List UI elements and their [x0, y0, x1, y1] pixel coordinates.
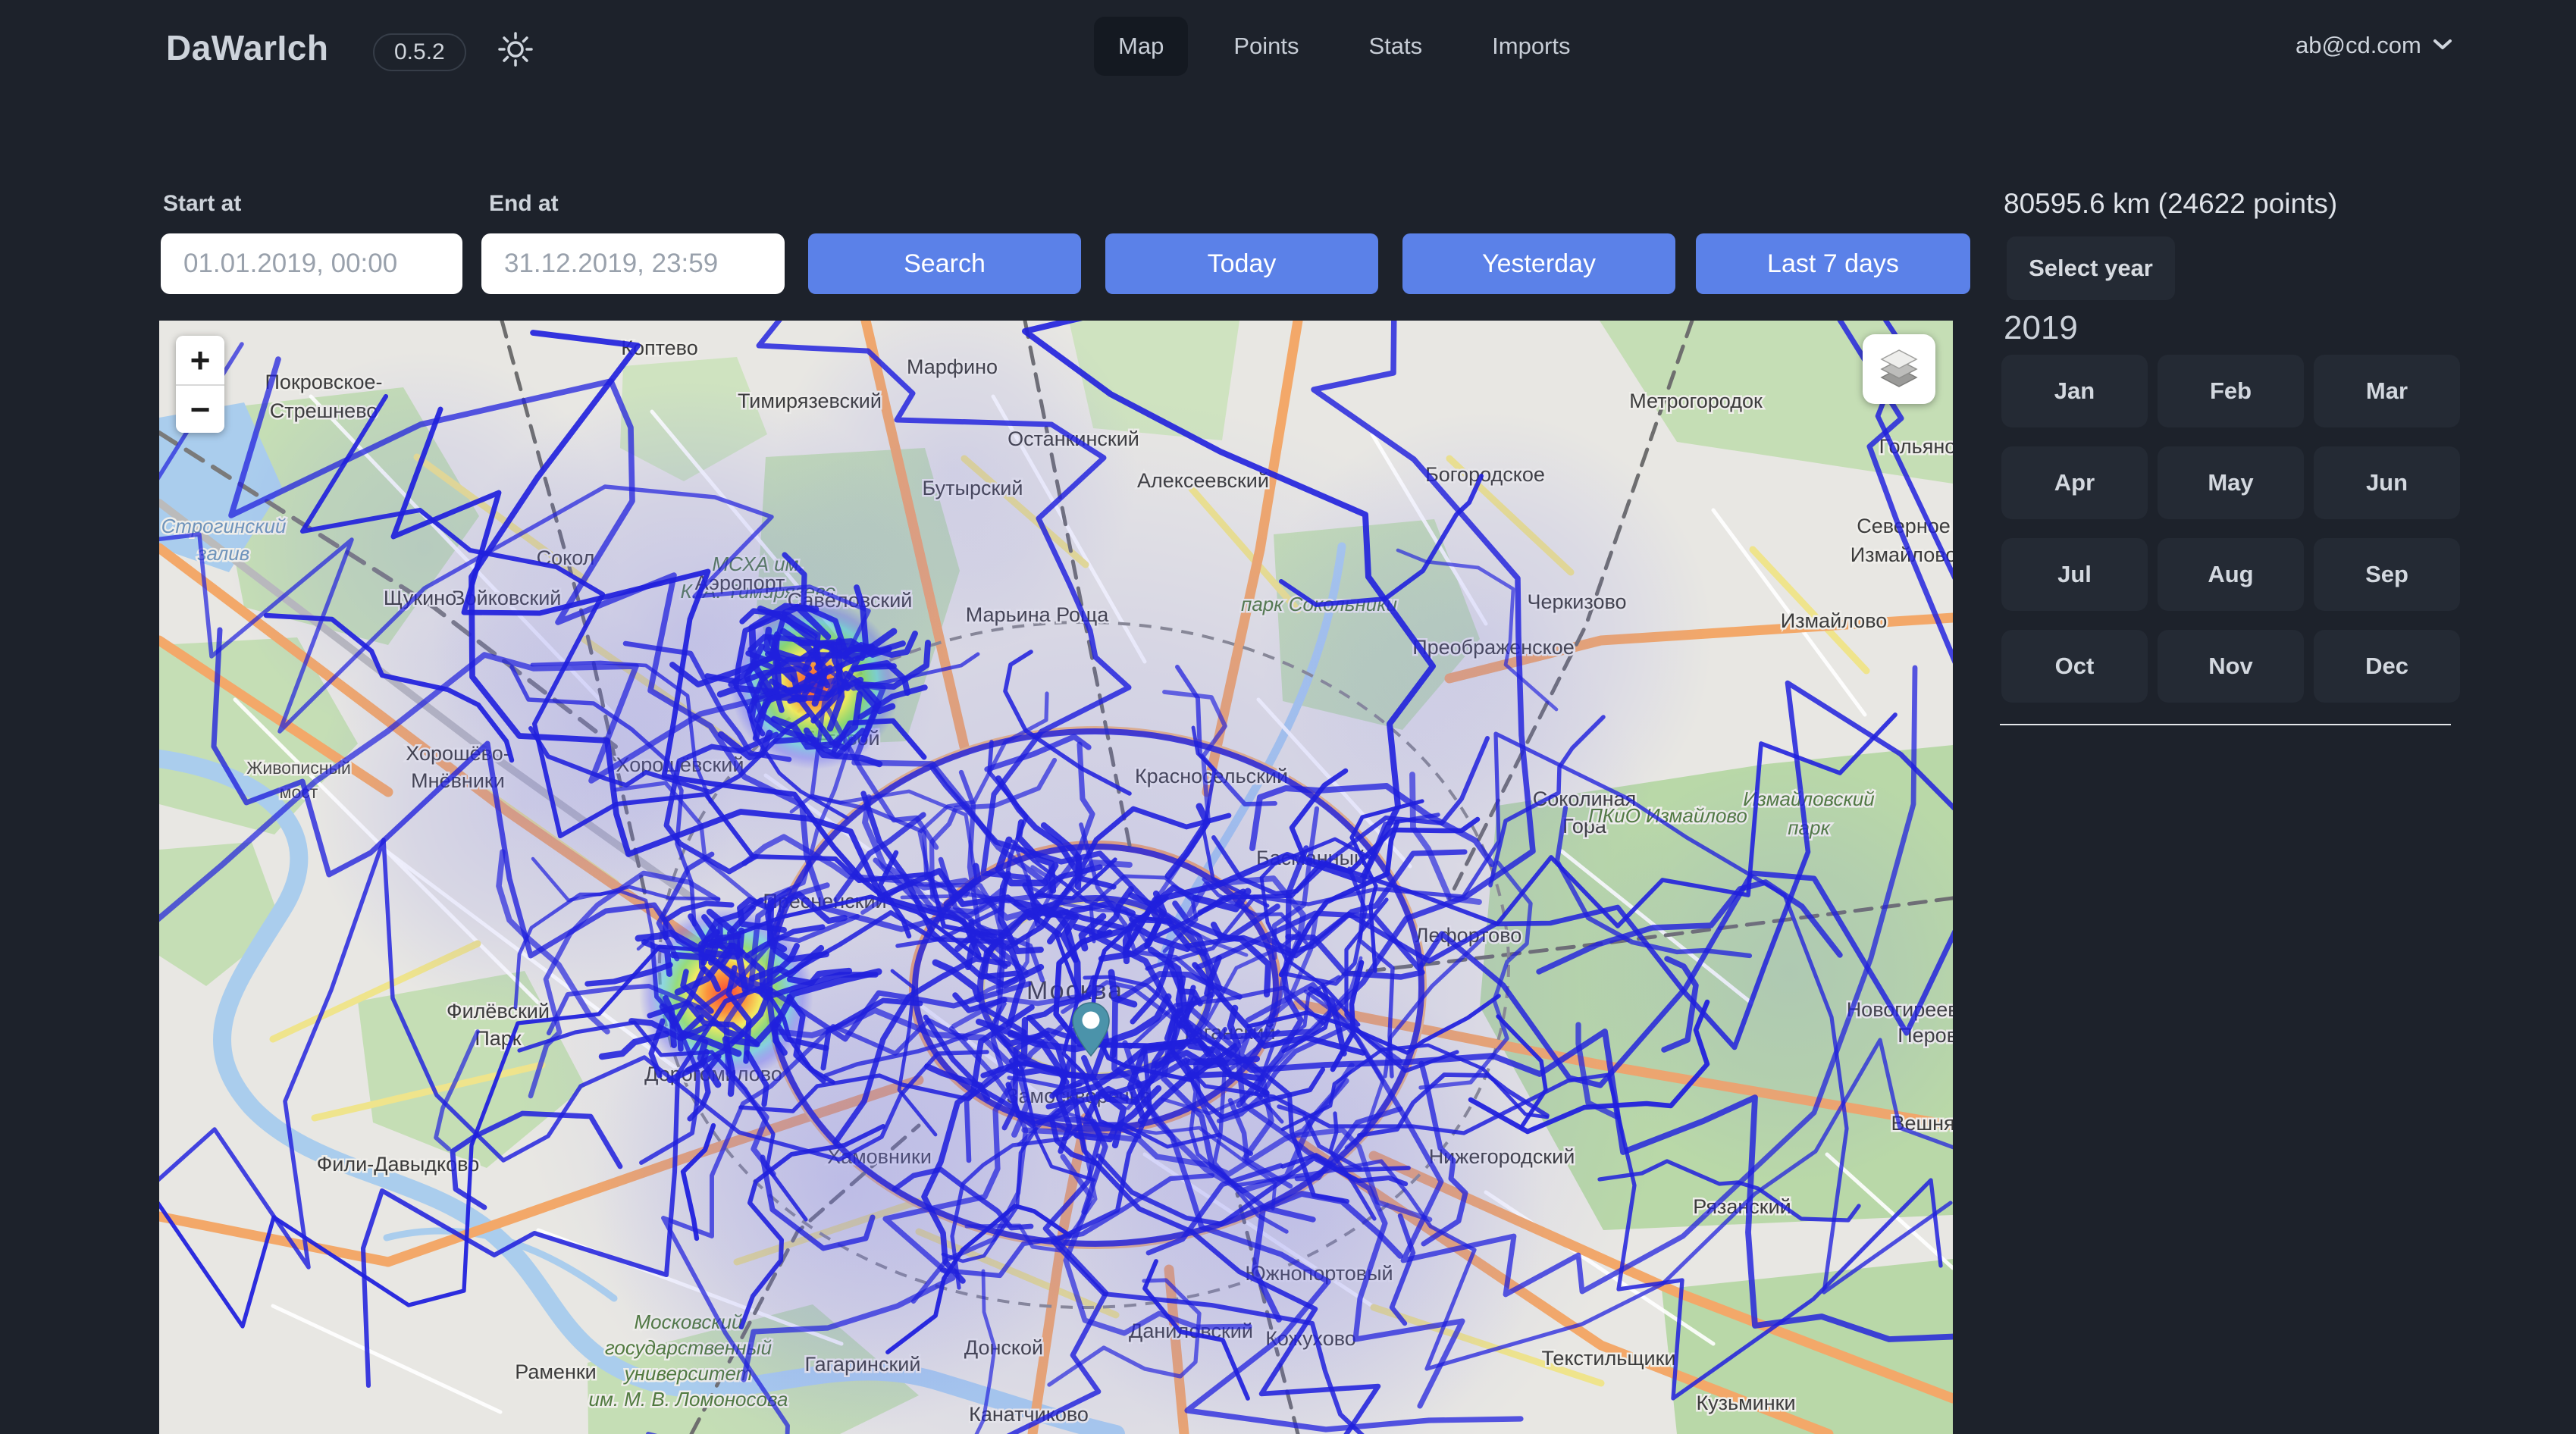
last-7-days-button[interactable]: Last 7 days: [1696, 233, 1970, 294]
svg-text:Раменки: Раменки: [515, 1360, 597, 1383]
month-button-nov[interactable]: Nov: [2158, 630, 2304, 703]
svg-text:Кузьминки: Кузьминки: [1696, 1392, 1795, 1414]
month-button-mar[interactable]: Mar: [2314, 355, 2460, 427]
main-nav: Map Points Stats Imports: [1094, 17, 1595, 76]
version-badge: 0.5.2: [373, 33, 466, 71]
sidebar-divider: [2000, 724, 2451, 725]
map-canvas: КоптевоМарфиноТимирязевскийОстанкинскийП…: [159, 321, 1953, 1434]
tab-points[interactable]: Points: [1209, 17, 1323, 76]
month-button-jun[interactable]: Jun: [2314, 446, 2460, 519]
month-button-oct[interactable]: Oct: [2001, 630, 2148, 703]
user-menu[interactable]: ab@cd.com: [2296, 32, 2453, 59]
map[interactable]: КоптевоМарфиноТимирязевскийОстанкинскийП…: [159, 321, 1953, 1434]
month-button-jul[interactable]: Jul: [2001, 538, 2148, 611]
end-date-input[interactable]: [481, 233, 785, 294]
month-button-sep[interactable]: Sep: [2314, 538, 2460, 611]
year-heading: 2019: [2004, 309, 2078, 347]
today-button[interactable]: Today: [1105, 233, 1378, 294]
start-at-label: Start at: [163, 191, 241, 217]
sun-icon: [496, 60, 535, 71]
distance-stats: 80595.6 km (24622 points): [2004, 188, 2337, 220]
theme-toggle-button[interactable]: [491, 29, 531, 68]
tab-stats[interactable]: Stats: [1344, 17, 1446, 76]
svg-text:Метрогородок: Метрогородок: [1629, 390, 1763, 412]
month-button-jan[interactable]: Jan: [2001, 355, 2148, 427]
zoom-in-button[interactable]: +: [176, 336, 224, 384]
select-year-button[interactable]: Select year: [2007, 236, 2175, 300]
month-button-feb[interactable]: Feb: [2158, 355, 2304, 427]
tab-imports[interactable]: Imports: [1468, 17, 1594, 76]
layers-icon: [1877, 347, 1921, 392]
user-email: ab@cd.com: [2296, 32, 2421, 59]
end-at-label: End at: [489, 191, 559, 217]
month-button-aug[interactable]: Aug: [2158, 538, 2304, 611]
svg-text:Измайлово: Измайлово: [1781, 609, 1888, 632]
layers-control-button[interactable]: [1863, 334, 1935, 404]
zoom-out-button[interactable]: −: [176, 384, 224, 433]
map-zoom-control: + −: [176, 336, 224, 433]
app-logo: DaWarIch: [166, 27, 328, 68]
search-button[interactable]: Search: [808, 233, 1081, 294]
yesterday-button[interactable]: Yesterday: [1402, 233, 1675, 294]
month-grid: Jan Feb Mar Apr May Jun Jul Aug Sep Oct …: [2001, 355, 2460, 703]
month-button-dec[interactable]: Dec: [2314, 630, 2460, 703]
chevron-down-icon: [2432, 37, 2453, 55]
tab-map[interactable]: Map: [1094, 17, 1188, 76]
month-button-apr[interactable]: Apr: [2001, 446, 2148, 519]
start-date-input[interactable]: [161, 233, 462, 294]
month-button-may[interactable]: May: [2158, 446, 2304, 519]
